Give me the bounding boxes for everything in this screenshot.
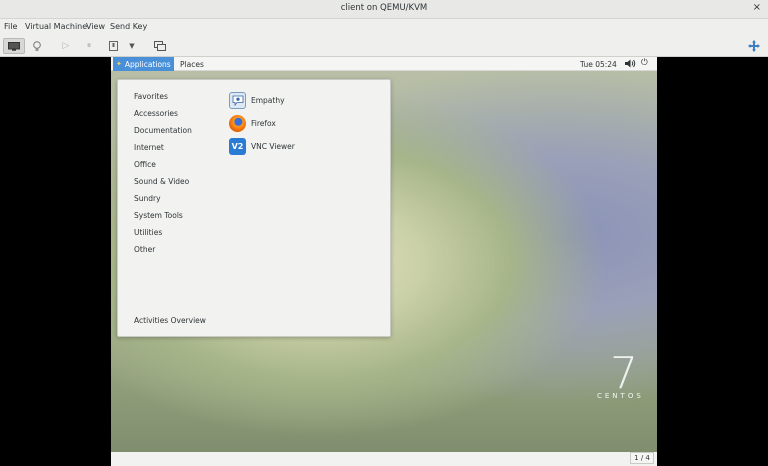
volume-icon[interactable] xyxy=(625,59,637,70)
play-icon[interactable]: ▷ xyxy=(61,38,71,54)
category-system-tools[interactable]: System Tools xyxy=(134,211,183,220)
firefox-icon xyxy=(229,115,246,132)
dropdown-icon[interactable]: ▼ xyxy=(127,38,137,54)
category-sundry[interactable]: Sundry xyxy=(134,194,161,203)
menubar: File Virtual Machine View Send Key xyxy=(0,19,768,35)
app-vnc-viewer-label: VNC Viewer xyxy=(251,142,295,151)
console-icon[interactable] xyxy=(3,38,25,54)
close-icon[interactable]: × xyxy=(753,2,761,13)
gnome-foot-icon: ✦ xyxy=(116,60,122,68)
applications-button[interactable]: ✦ Applications xyxy=(113,57,174,71)
activities-overview-link[interactable]: Activities Overview xyxy=(134,316,206,325)
window-titlebar[interactable]: client on QEMU/KVM × xyxy=(0,0,768,19)
applications-label: Applications xyxy=(124,59,171,69)
lightbulb-icon[interactable] xyxy=(31,38,43,54)
app-vnc-viewer[interactable]: V2 VNC Viewer xyxy=(229,138,379,155)
app-firefox-label: Firefox xyxy=(251,119,276,128)
category-favorites[interactable]: Favorites xyxy=(134,92,168,101)
menu-view[interactable]: View xyxy=(86,22,105,31)
applications-menu: Favorites Accessories Documentation Inte… xyxy=(117,79,391,337)
category-utilities[interactable]: Utilities xyxy=(134,228,162,237)
guest-display[interactable]: ✦ Applications Places Tue 05:24 ⏻ Favori… xyxy=(111,57,657,452)
category-office[interactable]: Office xyxy=(134,160,156,169)
app-firefox[interactable]: Firefox xyxy=(229,115,379,132)
menu-file[interactable]: File xyxy=(4,22,17,31)
snapshot-icon[interactable] xyxy=(153,38,167,54)
menu-virtual-machine[interactable]: Virtual Machine xyxy=(25,22,87,31)
vnc-viewer-icon: V2 xyxy=(229,138,246,155)
clock[interactable]: Tue 05:24 xyxy=(580,60,617,69)
virt-manager-window: client on QEMU/KVM × File Virtual Machin… xyxy=(0,0,768,466)
category-accessories[interactable]: Accessories xyxy=(134,109,178,118)
app-empathy[interactable]: Empathy xyxy=(229,92,379,109)
gnome-bottom-bar xyxy=(111,452,657,466)
places-button[interactable]: Places xyxy=(180,60,204,69)
toolbar: ▷ ⏸ ▼ xyxy=(0,35,768,57)
empathy-icon xyxy=(229,92,246,109)
power-menu-icon[interactable]: ⏻ xyxy=(641,58,648,68)
category-sound-video[interactable]: Sound & Video xyxy=(134,177,189,186)
gnome-topbar: ✦ Applications Places Tue 05:24 ⏻ xyxy=(111,57,657,71)
workspace-indicator[interactable]: 1 / 4 xyxy=(630,452,654,464)
pause-icon[interactable]: ⏸ xyxy=(84,38,94,54)
power-icon[interactable] xyxy=(106,38,120,54)
category-documentation[interactable]: Documentation xyxy=(134,126,192,135)
centos-wordmark: CENTOS xyxy=(597,392,644,400)
category-internet[interactable]: Internet xyxy=(134,143,164,152)
fullscreen-icon[interactable] xyxy=(747,38,761,54)
window-title: client on QEMU/KVM xyxy=(340,3,428,13)
menu-send-key[interactable]: Send Key xyxy=(110,22,147,31)
app-empathy-label: Empathy xyxy=(251,96,285,105)
category-other[interactable]: Other xyxy=(134,245,155,254)
